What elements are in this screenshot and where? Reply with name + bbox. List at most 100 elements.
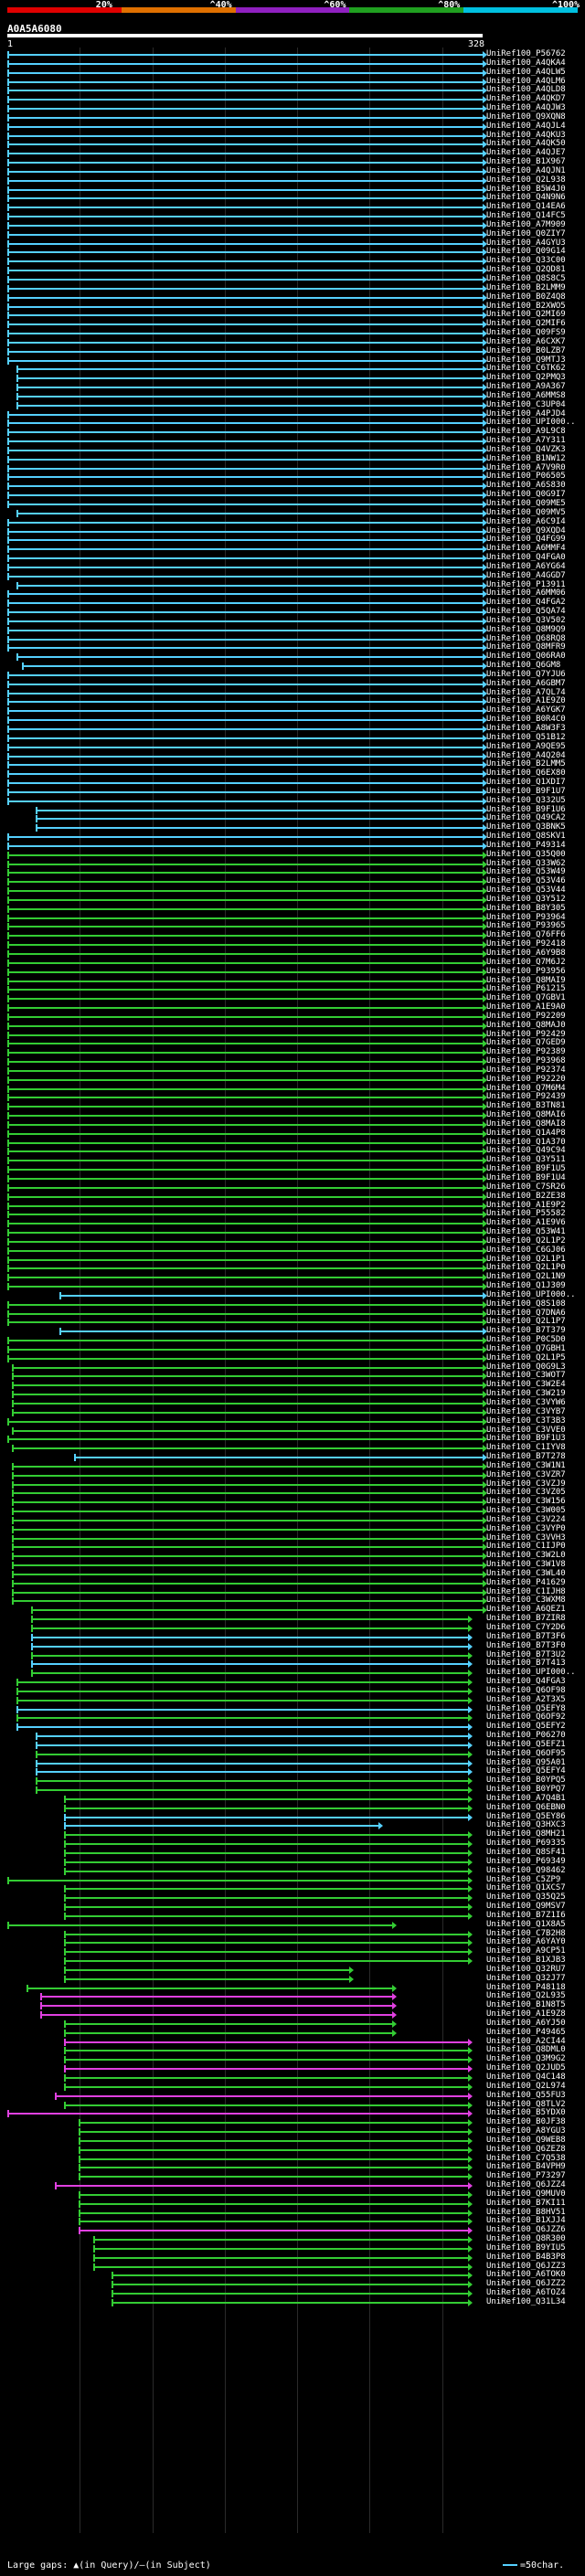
hit-row[interactable]: UniRef100_C3W156 [0, 1497, 585, 1507]
hit-row[interactable]: UniRef100_P06270 [0, 1731, 585, 1741]
hit-row[interactable]: UniRef100_A6TOK0 [0, 2270, 585, 2280]
hit-row[interactable]: UniRef100_Q0G9I7 [0, 490, 585, 500]
hit-row[interactable]: UniRef100_A6MMF4 [0, 544, 585, 554]
hit-row[interactable]: UniRef100_Q2L1P0 [0, 1263, 585, 1273]
hit-row[interactable]: UniRef100_Q6ZEZ8 [0, 2145, 585, 2154]
hit-row[interactable]: UniRef100_B7Z1I6 [0, 1911, 585, 1920]
hit-row[interactable]: UniRef100_B7T278 [0, 1452, 585, 1462]
hit-row[interactable]: UniRef100_Q2MI69 [0, 310, 585, 320]
hit-row[interactable]: UniRef100_Q53V46 [0, 876, 585, 886]
hit-row[interactable]: UniRef100_Q35Q00 [0, 850, 585, 859]
hit-row[interactable]: UniRef100_Q2QD81 [0, 265, 585, 275]
hit-row[interactable]: UniRef100_A6YAY0 [0, 1937, 585, 1947]
hit-row[interactable]: UniRef100_C3W005 [0, 1506, 585, 1516]
hit-row[interactable]: UniRef100_Q3V502 [0, 616, 585, 625]
hit-row[interactable]: UniRef100_P93968 [0, 1056, 585, 1066]
hit-row[interactable]: UniRef100_A4GYU3 [0, 239, 585, 248]
hit-row[interactable]: UniRef100_Q3BNK5 [0, 822, 585, 832]
hit-row[interactable]: UniRef100_Q32RU7 [0, 1965, 585, 1974]
hit-row[interactable]: UniRef100_C3WXM8 [0, 1595, 585, 1606]
hit-row[interactable]: UniRef100_Q09MV5 [0, 508, 585, 517]
hit-row[interactable]: UniRef100_C6TK62 [0, 364, 585, 374]
hit-row[interactable]: UniRef100_Q6EBN0 [0, 1803, 585, 1812]
hit-row[interactable]: UniRef100_P92220 [0, 1075, 585, 1084]
hit-row[interactable]: UniRef100_Q5EFY2 [0, 1722, 585, 1732]
hit-row[interactable]: UniRef100_B7T3U2 [0, 1650, 585, 1659]
hit-row[interactable]: UniRef100_Q09G14 [0, 247, 585, 257]
hit-row[interactable]: UniRef100_B8Y305 [0, 904, 585, 913]
hit-row[interactable]: UniRef100_A1E9Z0 [0, 696, 585, 706]
hit-row[interactable]: UniRef100_C3UP04 [0, 400, 585, 409]
hit-row[interactable]: UniRef100_Q1A4P8 [0, 1129, 585, 1138]
hit-row[interactable]: UniRef100_Q3HXC3 [0, 1820, 585, 1830]
hit-row[interactable]: UniRef100_Q53W41 [0, 1227, 585, 1237]
hit-row[interactable]: UniRef100_Q6JZZ3 [0, 2262, 585, 2271]
hit-row[interactable]: UniRef100_Q2L935 [0, 1991, 585, 2001]
hit-row[interactable]: UniRef100_Q14EA6 [0, 202, 585, 212]
hit-row[interactable]: UniRef100_C3VYP0 [0, 1524, 585, 1533]
hit-row[interactable]: UniRef100_A8W3F3 [0, 724, 585, 733]
hit-row[interactable]: UniRef100_A9CP51 [0, 1946, 585, 1956]
hit-row[interactable]: UniRef100_Q06RA0 [0, 652, 585, 662]
hit-row[interactable]: UniRef100_Q3Y511 [0, 1155, 585, 1165]
hit-row[interactable]: UniRef100_Q7YJU6 [0, 670, 585, 679]
hit-row[interactable]: UniRef100_B9F1U3 [0, 1434, 585, 1444]
hit-row[interactable]: UniRef100_A6MMS8 [0, 391, 585, 400]
hit-row[interactable]: UniRef100_B2ZE38 [0, 1192, 585, 1201]
hit-row[interactable]: UniRef100_C3VVE0 [0, 1426, 585, 1435]
hit-row[interactable]: UniRef100_Q7DNA6 [0, 1309, 585, 1318]
hit-row[interactable]: UniRef100_A2CI44 [0, 2037, 585, 2046]
hit-row[interactable]: UniRef100_B7ZIR8 [0, 1614, 585, 1624]
hit-row[interactable]: UniRef100_C3W219 [0, 1389, 585, 1399]
hit-row[interactable]: UniRef100_Q8S108 [0, 1299, 585, 1309]
hit-row[interactable]: UniRef100_P92418 [0, 939, 585, 949]
hit-row[interactable]: UniRef100_A4QKU3 [0, 131, 585, 140]
hit-row[interactable]: UniRef100_P49465 [0, 2028, 585, 2037]
hit-row[interactable]: UniRef100_A1E9A0 [0, 1002, 585, 1012]
hit-row[interactable]: UniRef100_A8YGU3 [0, 2126, 585, 2136]
hit-row[interactable]: UniRef100_Q6JZZ6 [0, 2225, 585, 2235]
hit-row[interactable]: UniRef100_P69335 [0, 1839, 585, 1849]
hit-row[interactable]: UniRef100_Q7M6M4 [0, 1084, 585, 1093]
hit-row[interactable]: UniRef100_Q68RQ8 [0, 634, 585, 643]
hit-row[interactable]: UniRef100_C1IJP0 [0, 1542, 585, 1552]
hit-row[interactable]: UniRef100_Q8S8C5 [0, 274, 585, 283]
hit-row[interactable]: UniRef100_Q6OF92 [0, 1712, 585, 1723]
hit-row[interactable]: UniRef100_A6GBM7 [0, 679, 585, 688]
hit-row[interactable]: UniRef100_Q8M9Q9 [0, 625, 585, 634]
hit-row[interactable]: UniRef100_A6S830 [0, 481, 585, 491]
hit-row[interactable]: UniRef100_A4QJE7 [0, 148, 585, 158]
hit-row[interactable]: UniRef100_Q0ZIY7 [0, 229, 585, 239]
hit-row[interactable]: UniRef100_Q55FU3 [0, 2091, 585, 2100]
hit-row[interactable]: UniRef100_C7Q538 [0, 2154, 585, 2163]
hit-row[interactable]: UniRef100_Q6OF95 [0, 1749, 585, 1758]
hit-row[interactable]: UniRef100_P93956 [0, 967, 585, 976]
hit-row[interactable]: UniRef100_Q2L938 [0, 175, 585, 185]
hit-row[interactable]: UniRef100_Q9MUV0 [0, 2189, 585, 2199]
hit-row[interactable]: UniRef100_B7T3F0 [0, 1641, 585, 1650]
hit-row[interactable]: UniRef100_A6QEZ1 [0, 1605, 585, 1615]
hit-row[interactable]: UniRef100_B7T413 [0, 1659, 585, 1669]
hit-row[interactable]: UniRef100_Q8MAJ0 [0, 1021, 585, 1030]
hit-row[interactable]: UniRef100_P92389 [0, 1047, 585, 1057]
hit-row[interactable]: UniRef100_Q51B12 [0, 733, 585, 742]
hit-row[interactable]: UniRef100_C3VZJ9 [0, 1479, 585, 1489]
hit-row[interactable]: UniRef100_Q31L34 [0, 2297, 585, 2306]
hit-row[interactable]: UniRef100_P61215 [0, 984, 585, 994]
hit-row[interactable]: UniRef100_B0LZB7 [0, 346, 585, 355]
hit-row[interactable]: UniRef100_B9F1U6 [0, 805, 585, 814]
hit-row[interactable]: UniRef100_Q9XQD4 [0, 526, 585, 535]
hit-row[interactable]: UniRef100_Q2MIF6 [0, 319, 585, 329]
hit-row[interactable]: UniRef100_A4QLW5 [0, 68, 585, 77]
hit-row[interactable]: UniRef100_B1NW12 [0, 454, 585, 463]
hit-row[interactable]: UniRef100_Q1XDI7 [0, 778, 585, 788]
hit-row[interactable]: UniRef100_A6YG64 [0, 562, 585, 571]
hit-row[interactable]: UniRef100_UPI000.. [0, 1668, 585, 1678]
hit-row[interactable]: UniRef100_Q8MAI6 [0, 1110, 585, 1120]
hit-row[interactable]: UniRef100_C3W2L0 [0, 1551, 585, 1561]
hit-row[interactable]: UniRef100_Q9WEB8 [0, 2136, 585, 2145]
hit-row[interactable]: UniRef100_A6C9I4 [0, 517, 585, 526]
hit-row[interactable]: UniRef100_A4GGD7 [0, 571, 585, 580]
hit-row[interactable]: UniRef100_P92439 [0, 1092, 585, 1102]
hit-row[interactable]: UniRef100_Q2L1P5 [0, 1353, 585, 1362]
